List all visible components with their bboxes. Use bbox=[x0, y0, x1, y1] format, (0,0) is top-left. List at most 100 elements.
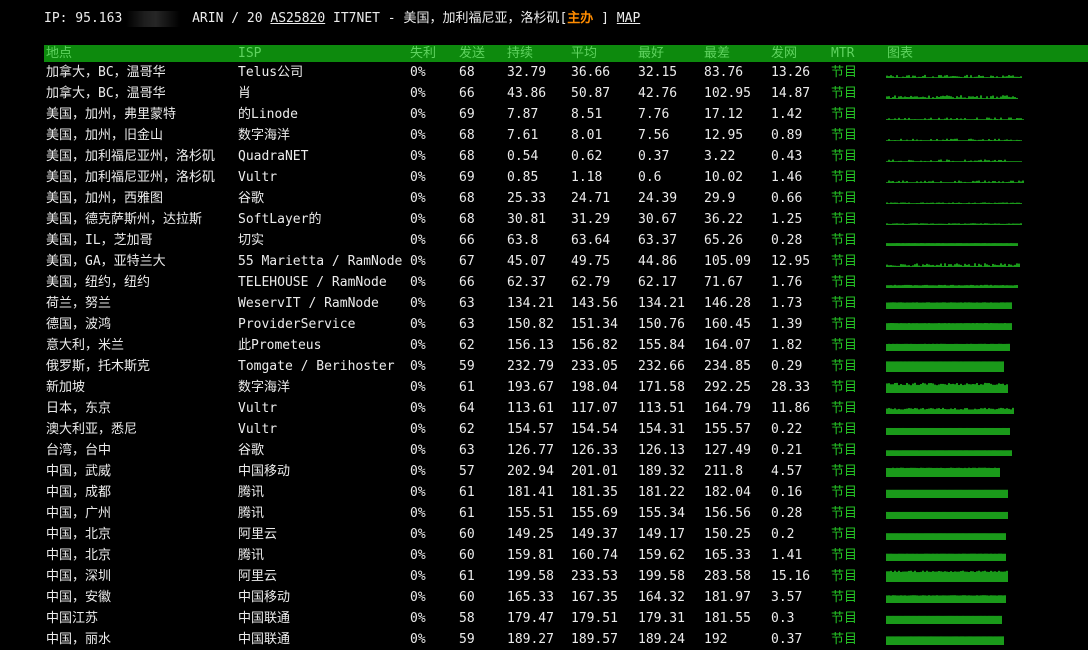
table-row: 美国，加利福尼亚州，洛杉矶 QuadraNET 0% 68 0.54 0.62 0.37 3.… bbox=[44, 146, 1088, 167]
graph-bar bbox=[928, 223, 930, 225]
graph-bar bbox=[1012, 119, 1014, 120]
graph-bar bbox=[922, 343, 924, 351]
worst-cell: 71.67 bbox=[704, 275, 744, 290]
mtr-link[interactable]: 节目 bbox=[831, 211, 857, 228]
mtr-link[interactable]: 节目 bbox=[831, 190, 857, 207]
loss-cell: 0% bbox=[410, 128, 426, 143]
mtr-link[interactable]: 节目 bbox=[831, 400, 857, 417]
last-cell: 30.81 bbox=[507, 212, 547, 227]
table-row: 美国，加利福尼亚州，洛杉矶 Vultr 0% 69 0.85 1.18 0.6 10.02 1.… bbox=[44, 167, 1088, 188]
graph-bar bbox=[978, 615, 980, 624]
latency-graph bbox=[886, 486, 1026, 498]
graph-bar bbox=[948, 511, 950, 519]
graph-bar bbox=[924, 467, 926, 477]
graph-bar bbox=[978, 285, 980, 288]
graph-bar bbox=[976, 450, 978, 456]
mtr-link[interactable]: 节目 bbox=[831, 85, 857, 102]
mtr-link[interactable]: 节目 bbox=[831, 631, 857, 648]
graph-bar bbox=[946, 409, 948, 414]
graph-bar bbox=[974, 572, 976, 582]
graph-bar bbox=[956, 511, 958, 519]
graph-bar bbox=[886, 595, 888, 603]
latency-graph-svg bbox=[886, 489, 1008, 498]
graph-bar bbox=[984, 243, 986, 246]
mtr-link[interactable]: 节目 bbox=[831, 169, 857, 186]
graph-bar bbox=[936, 385, 938, 393]
best-cell: 113.51 bbox=[638, 401, 685, 416]
graph-bar bbox=[886, 636, 888, 645]
mtr-link[interactable]: 节目 bbox=[831, 589, 857, 606]
graph-bar bbox=[906, 636, 908, 645]
graph-bar bbox=[984, 159, 986, 162]
graph-bar bbox=[946, 243, 948, 246]
mtr-link[interactable]: 节目 bbox=[831, 64, 857, 81]
graph-bar bbox=[966, 571, 968, 582]
graph-bar bbox=[922, 595, 924, 603]
mtr-link[interactable]: 节目 bbox=[831, 547, 857, 564]
mtr-link[interactable]: 节目 bbox=[831, 295, 857, 312]
graph-bar bbox=[894, 161, 896, 162]
graph-bar bbox=[966, 615, 968, 624]
best-cell: 154.31 bbox=[638, 422, 685, 437]
table-row: 美国，加州，弗里蒙特 的Linode 0% 69 7.87 8.51 7.76 17.12 1.… bbox=[44, 104, 1088, 125]
graph-bar bbox=[928, 636, 930, 645]
asn-link[interactable]: AS25820 bbox=[270, 11, 325, 26]
graph-bar bbox=[984, 202, 986, 204]
graph-bar bbox=[966, 223, 968, 225]
mtr-link[interactable]: 节目 bbox=[831, 274, 857, 291]
isp-cell: 谷歌 bbox=[238, 443, 265, 458]
graph-bar bbox=[996, 361, 998, 372]
mtr-link[interactable]: 节目 bbox=[831, 337, 857, 354]
graph-bar bbox=[926, 323, 928, 330]
latency-graph bbox=[886, 549, 1026, 561]
mtr-link[interactable]: 节目 bbox=[831, 484, 857, 501]
graph-bar bbox=[892, 571, 894, 582]
mtr-link[interactable]: 节目 bbox=[831, 379, 857, 396]
graph-bar bbox=[898, 96, 900, 99]
graph-bar bbox=[1010, 223, 1012, 225]
isp-cell: 数字海洋 bbox=[238, 380, 291, 395]
mtr-link[interactable]: 节目 bbox=[831, 358, 857, 375]
mtr-link[interactable]: 节目 bbox=[831, 127, 857, 144]
graph-bar bbox=[918, 636, 920, 645]
mtr-link[interactable]: 节目 bbox=[831, 421, 857, 438]
graph-bar bbox=[928, 361, 930, 372]
graph-bar bbox=[914, 427, 916, 435]
mtr-link[interactable]: 节目 bbox=[831, 505, 857, 522]
graph-bar bbox=[930, 117, 932, 120]
mtr-link[interactable]: 节目 bbox=[831, 106, 857, 123]
mtr-link[interactable]: 节目 bbox=[831, 568, 857, 585]
graph-bar bbox=[932, 140, 934, 141]
graph-bar bbox=[960, 118, 962, 120]
mtr-link[interactable]: 节目 bbox=[831, 253, 857, 270]
mtr-link[interactable]: 节目 bbox=[831, 526, 857, 543]
graph-bar bbox=[956, 161, 958, 162]
mtr-link[interactable]: 节目 bbox=[831, 463, 857, 480]
mtr-link[interactable]: 节目 bbox=[831, 232, 857, 249]
last-cell: 202.94 bbox=[507, 464, 554, 479]
graph-bar bbox=[1004, 76, 1006, 78]
graph-bar bbox=[950, 243, 952, 246]
mtr-link[interactable]: 节目 bbox=[831, 442, 857, 459]
graph-bar bbox=[938, 533, 940, 540]
graph-bar bbox=[958, 97, 960, 99]
graph-bar bbox=[1000, 182, 1002, 183]
mtr-link[interactable]: 节目 bbox=[831, 148, 857, 165]
graph-bar bbox=[928, 285, 930, 288]
graph-bar bbox=[1012, 285, 1014, 288]
graph-bar bbox=[922, 382, 924, 393]
graph-bar bbox=[962, 223, 964, 225]
graph-bar bbox=[928, 489, 930, 498]
graph-bar bbox=[986, 140, 988, 141]
map-link[interactable]: MAP bbox=[617, 11, 640, 26]
graph-bar bbox=[902, 180, 904, 183]
latency-graph-svg bbox=[886, 343, 1010, 351]
mtr-link[interactable]: 节目 bbox=[831, 610, 857, 627]
graph-bar bbox=[962, 302, 964, 309]
mtr-link[interactable]: 节目 bbox=[831, 316, 857, 333]
graph-bar bbox=[940, 181, 942, 183]
graph-bar bbox=[900, 160, 902, 162]
graph-bar bbox=[966, 427, 968, 435]
latency-graph bbox=[886, 423, 1026, 435]
graph-bar bbox=[924, 180, 926, 183]
